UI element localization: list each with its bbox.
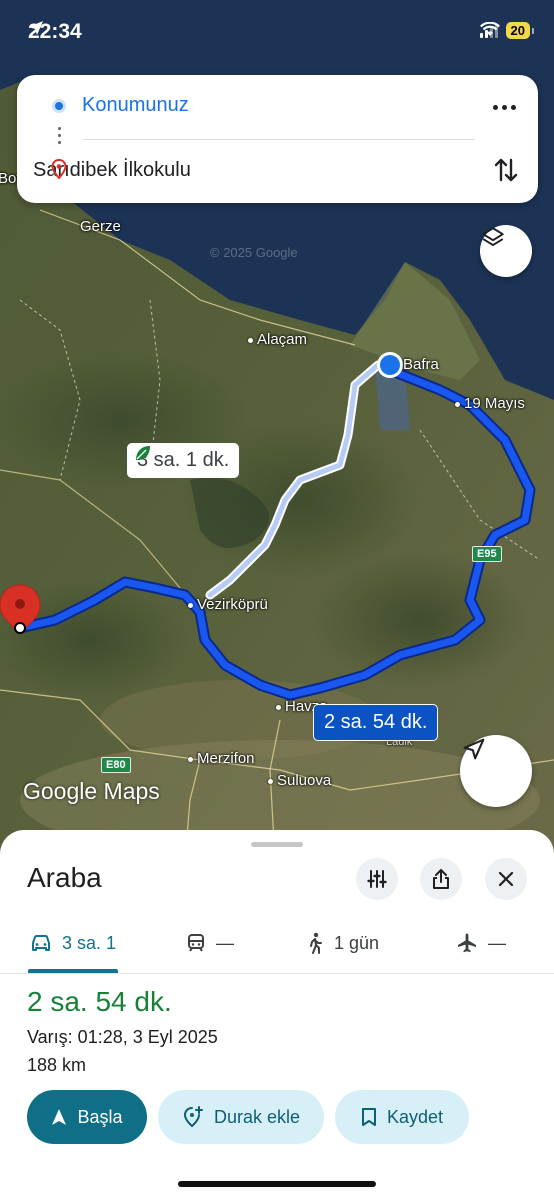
- walk-icon: [310, 932, 322, 954]
- map-watermark: © 2025 Google: [210, 245, 298, 260]
- field-divider: [83, 139, 475, 140]
- place-label: Merzifon: [188, 750, 255, 767]
- connector-dots: [58, 127, 61, 144]
- tab-walk[interactable]: 1 gün: [306, 926, 379, 960]
- google-maps-logo: Google Maps: [23, 778, 160, 804]
- tab-transit[interactable]: —: [186, 926, 234, 960]
- location-arrow-icon: [29, 21, 43, 35]
- share-button[interactable]: [420, 858, 462, 900]
- close-button[interactable]: [485, 858, 527, 900]
- swap-button[interactable]: [492, 155, 520, 185]
- tab-flight-label: —: [488, 932, 506, 953]
- more-options-button[interactable]: [490, 97, 518, 117]
- status-bar: 22:34 20: [0, 0, 554, 66]
- save-button[interactable]: Kaydet: [335, 1090, 469, 1144]
- start-button-label: Başla: [77, 1106, 123, 1127]
- layers-icon: [482, 227, 504, 247]
- place-label: 19 Mayıs: [455, 395, 525, 412]
- road-badge-e95: E95: [472, 546, 502, 562]
- main-route-time-label[interactable]: 2 sa. 54 dk.: [313, 704, 439, 741]
- navigation-start-icon: [52, 1109, 67, 1125]
- train-icon: [188, 934, 204, 952]
- swap-vertical-icon: [494, 158, 518, 182]
- sheet-grabber[interactable]: [251, 842, 303, 847]
- close-icon: [498, 871, 514, 887]
- place-label: Vezirköprü: [188, 596, 268, 613]
- share-icon: [433, 869, 449, 889]
- car-icon: [32, 935, 50, 951]
- eco-leaf-icon: [136, 446, 150, 460]
- origin-field[interactable]: Konumunuz: [17, 94, 189, 117]
- tab-flight[interactable]: —: [456, 926, 506, 960]
- bookmark-icon: [361, 1108, 376, 1126]
- place-label: Bafra: [403, 356, 439, 373]
- arrival-time: Varış: 01:28, 3 Eyl 2025: [27, 1027, 218, 1047]
- place-label: Gerze: [80, 218, 121, 235]
- wifi-icon: [479, 22, 500, 36]
- recenter-button[interactable]: [460, 735, 532, 807]
- route-distance: 188 km: [27, 1055, 87, 1075]
- tune-icon: [367, 870, 387, 888]
- directions-sheet: Araba 3 sa. 1 — 1 gün — 2 sa. 54 dk. Var…: [0, 830, 554, 1200]
- route-options-button[interactable]: [356, 858, 398, 900]
- destination-field[interactable]: Sarıdibek İlkokulu: [17, 159, 191, 182]
- road-badge-e80: E80: [101, 757, 131, 773]
- origin-text: Konumunuz: [82, 94, 189, 116]
- alt-route-time-label[interactable]: 3 sa. 1 dk.: [127, 443, 240, 478]
- sheet-title: Araba: [27, 862, 102, 893]
- map-view[interactable]: © 2025 Google Gerze Alaçam Bafra 19 Mayı…: [0, 0, 554, 860]
- origin-dot-icon: [52, 98, 66, 113]
- destination-pin-small-icon: [51, 159, 67, 179]
- save-button-label: Kaydet: [386, 1106, 444, 1127]
- start-button[interactable]: Başla: [27, 1090, 147, 1144]
- add-location-icon: [183, 1106, 203, 1128]
- place-label: Alaçam: [248, 331, 307, 348]
- route-search-card: Konumunuz Sarıdibek İlkokulu: [17, 75, 538, 203]
- tab-walk-label: 1 gün: [334, 932, 380, 953]
- place-label: Suluova: [268, 772, 331, 789]
- battery-indicator: 20: [505, 22, 535, 39]
- tab-car[interactable]: 3 sa. 1: [30, 926, 116, 960]
- status-time: 22:34: [28, 20, 82, 43]
- add-stop-button[interactable]: Durak ekle: [158, 1090, 324, 1144]
- tab-car-label: 3 sa. 1: [62, 932, 117, 953]
- navigation-arrow-icon: [463, 738, 485, 760]
- tab-transit-label: —: [216, 932, 234, 953]
- add-stop-button-label: Durak ekle: [213, 1106, 301, 1127]
- layers-button[interactable]: [480, 225, 532, 277]
- route-duration: 2 sa. 54 dk.: [27, 986, 172, 1017]
- tabs-divider: [0, 973, 554, 974]
- home-indicator: [178, 1181, 376, 1187]
- plane-icon: [458, 933, 476, 953]
